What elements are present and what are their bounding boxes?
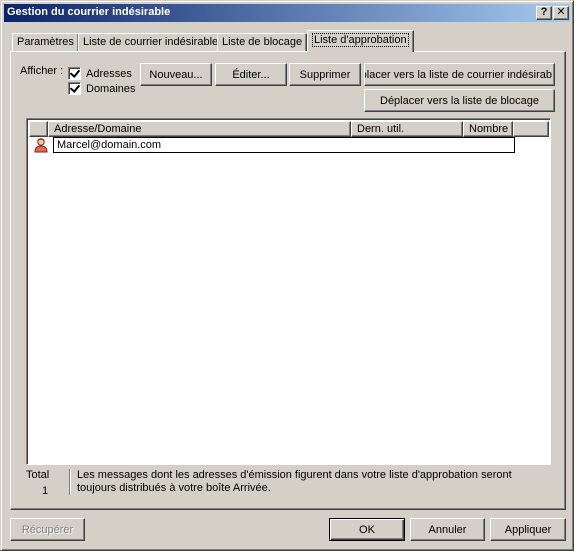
info-text-line-2: toujours distribués à votre boîte Arrivé…	[77, 482, 271, 494]
domains-label: Domaines	[86, 83, 136, 95]
list-item[interactable]: Marcel@domain.com	[33, 137, 515, 156]
new-button[interactable]: Nouveau...	[140, 63, 212, 86]
domains-checkbox[interactable]	[68, 82, 81, 95]
approval-list[interactable]: Adresse/Domaine Dern. util. Nombre Marce…	[26, 118, 551, 465]
title-bar[interactable]: Gestion du courrier indésirable ? ✕	[4, 4, 570, 22]
tab-junk-list[interactable]: Liste de courrier indésirable	[78, 33, 224, 51]
tab-block-list[interactable]: Liste de blocage	[217, 33, 308, 51]
tab-approval-list[interactable]: Liste d'approbation	[307, 30, 414, 52]
total-label: Total	[26, 469, 50, 481]
move-to-junk-list-button[interactable]: éplacer vers la liste de courrier indési…	[364, 63, 555, 86]
addresses-checkbox[interactable]	[68, 67, 81, 80]
move-to-block-list-button[interactable]: Déplacer vers la liste de blocage	[364, 89, 555, 112]
addresses-label: Adresses	[86, 68, 132, 80]
recover-button[interactable]: Récupérer	[10, 518, 85, 541]
footer-divider	[69, 469, 71, 495]
help-button[interactable]: ?	[536, 6, 552, 20]
tab-parametres[interactable]: Paramètres	[12, 33, 79, 51]
show-label: Afficher :	[20, 65, 64, 77]
address-cell: Marcel@domain.com	[53, 137, 515, 153]
junk-mail-dialog: Gestion du courrier indésirable ? ✕ Para…	[0, 0, 574, 551]
info-text-line-1: Les messages dont les adresses d'émissio…	[77, 469, 512, 481]
edit-button[interactable]: Éditer...	[215, 63, 287, 86]
window-title: Gestion du courrier indésirable	[7, 6, 171, 18]
apply-button[interactable]: Appliquer	[490, 518, 566, 541]
total-value: 1	[42, 485, 49, 497]
delete-button[interactable]: Supprimer	[289, 63, 361, 86]
cancel-button[interactable]: Annuler	[410, 518, 485, 541]
close-button[interactable]: ✕	[553, 6, 569, 20]
column-header-address[interactable]: Adresse/Domaine	[48, 121, 351, 137]
tab-label: Liste d'approbation	[312, 33, 409, 47]
contact-icon	[33, 137, 49, 156]
column-header-icon[interactable]	[29, 121, 48, 137]
column-header-count[interactable]: Nombre	[463, 121, 513, 137]
column-header-last-used[interactable]: Dern. util.	[351, 121, 463, 137]
tab-label: Liste de blocage	[222, 36, 303, 48]
ok-button[interactable]: OK	[329, 518, 405, 541]
tab-label: Liste de courrier indésirable	[83, 36, 219, 48]
tab-label: Paramètres	[17, 36, 74, 48]
column-header-filler	[513, 121, 549, 137]
